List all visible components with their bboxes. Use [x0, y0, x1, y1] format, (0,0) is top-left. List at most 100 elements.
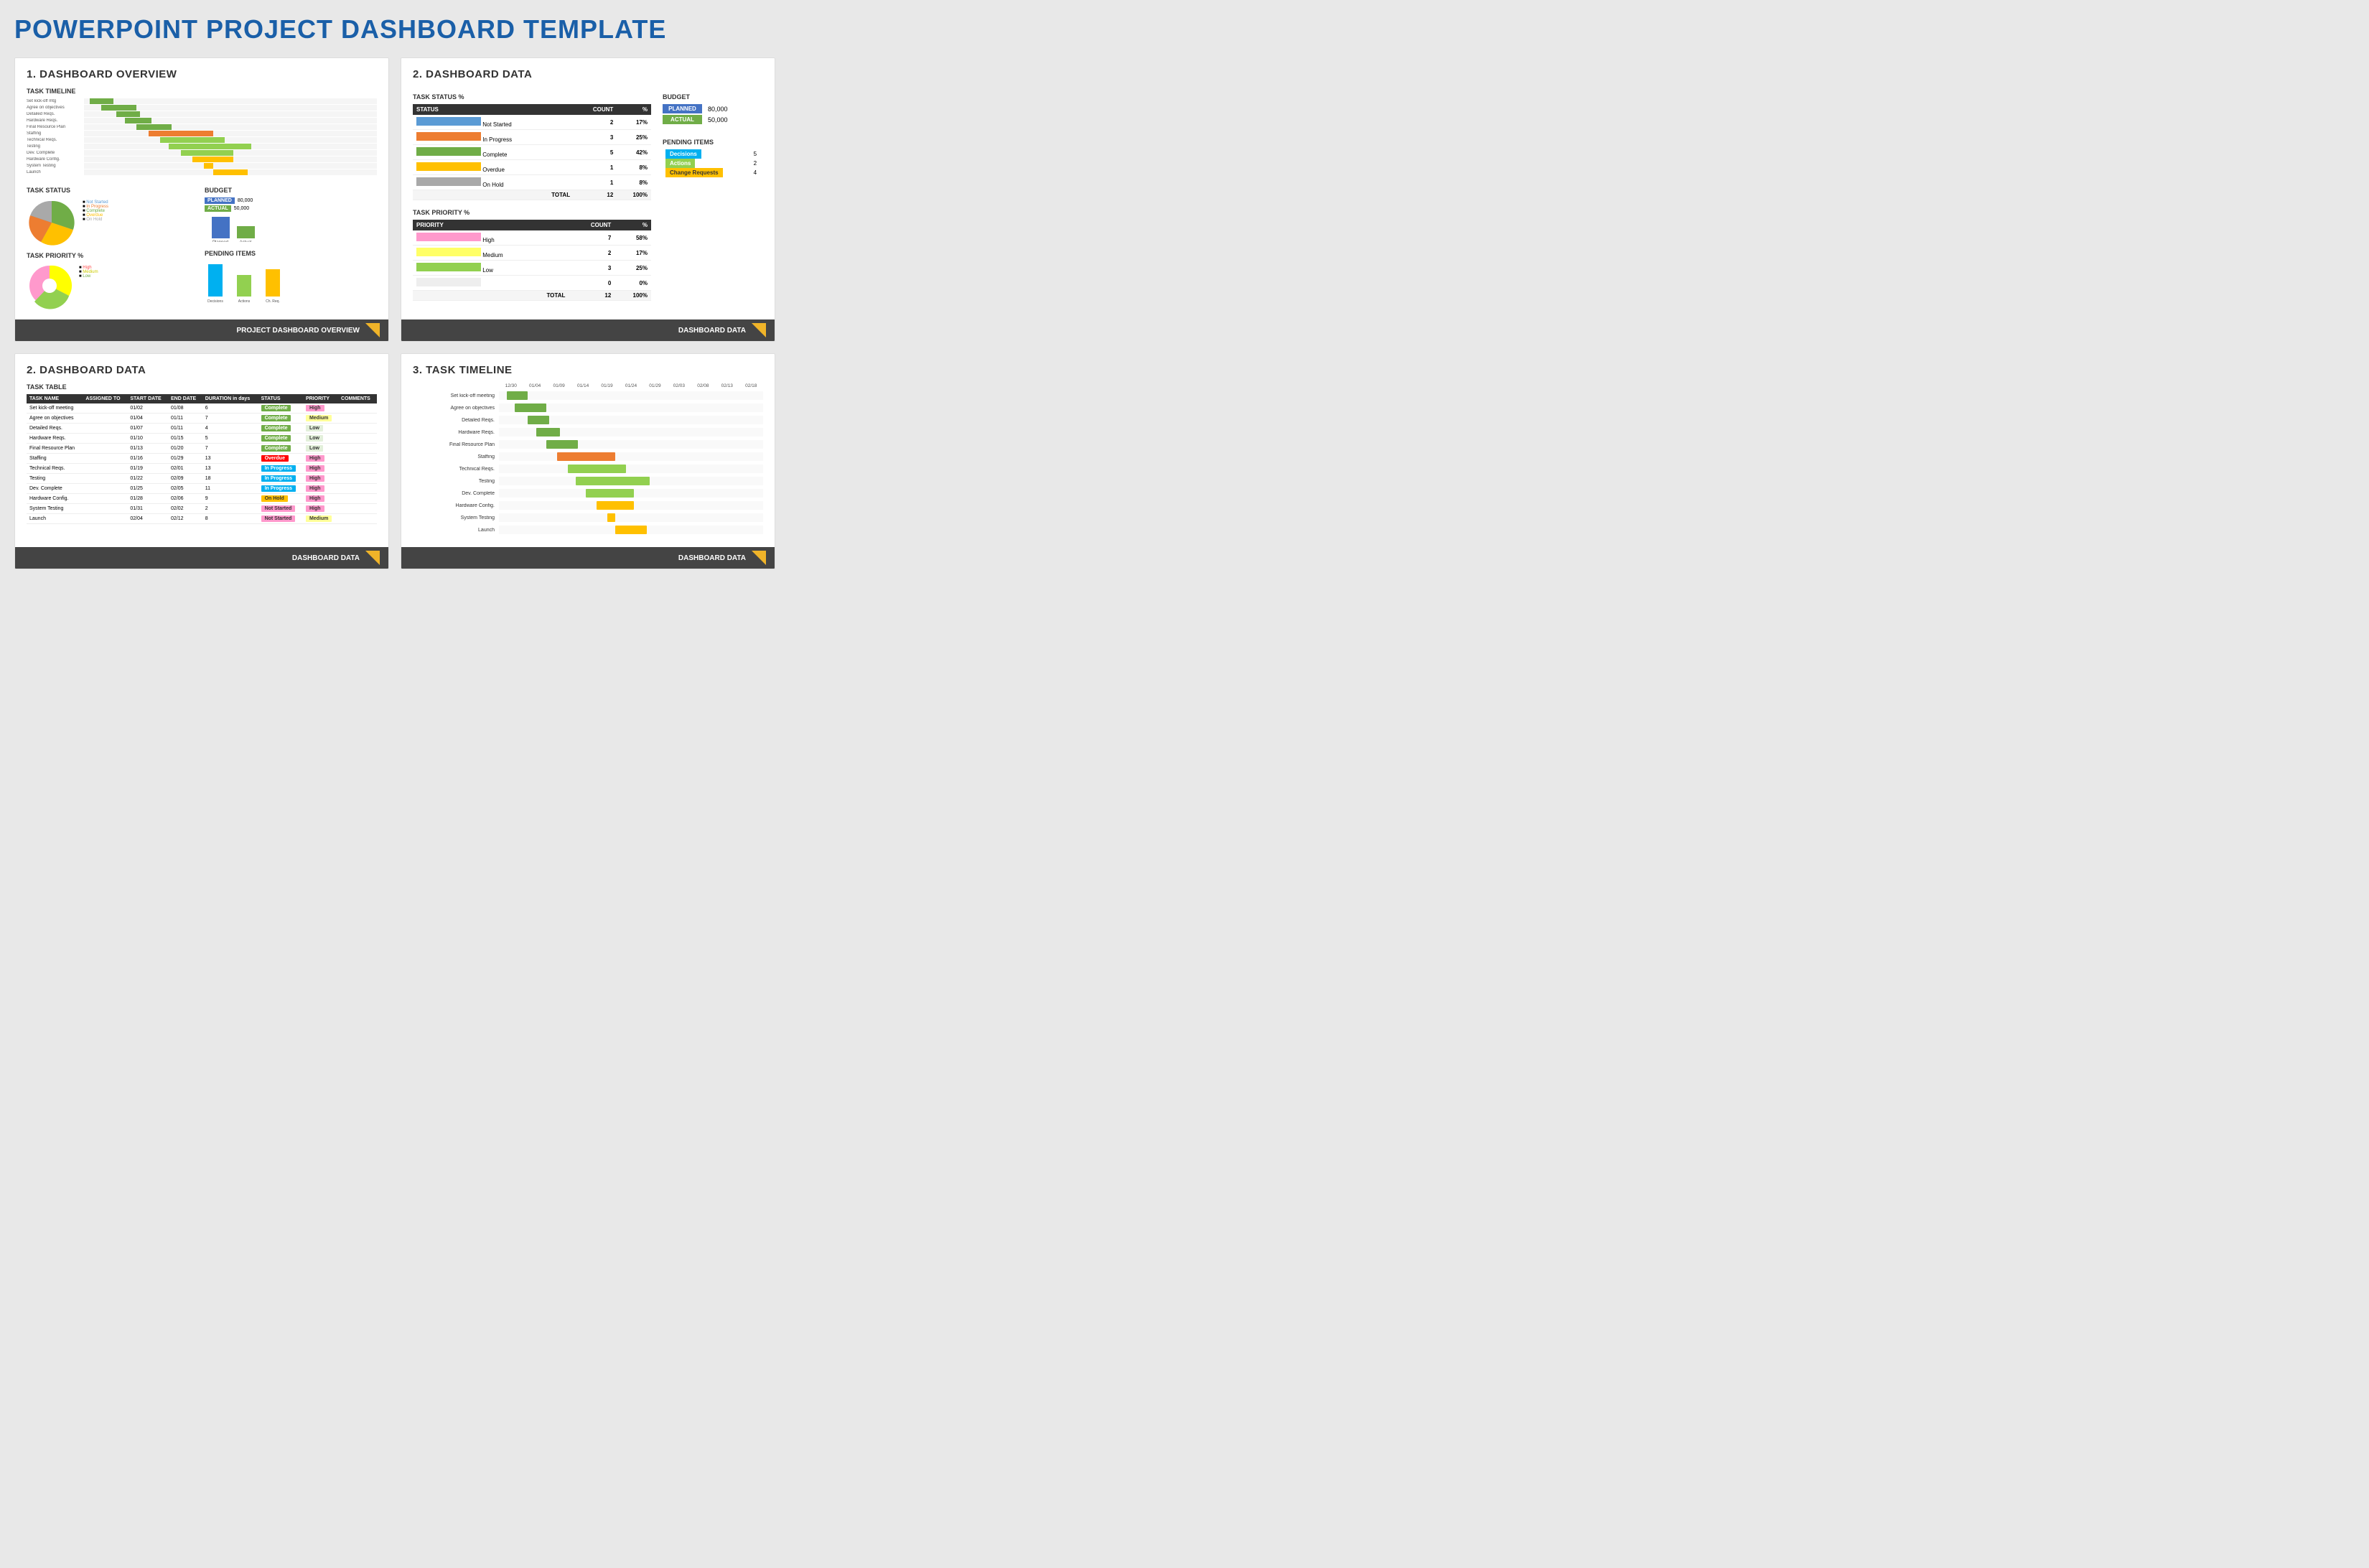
task-name: Set kick-off meeting [27, 403, 83, 414]
th-status: STATUS [258, 394, 303, 403]
start-date: 01/28 [127, 494, 168, 504]
task-name: Staffing [27, 454, 83, 464]
priority-cell: High [303, 403, 338, 414]
panel-overview-content: 1. Dashboard Overview Task Timeline Set … [15, 58, 388, 319]
count-cell: 1 [574, 175, 617, 190]
count-cell: 7 [569, 230, 615, 246]
status-cell: Not Started [258, 504, 303, 514]
table-row: Dev. Complete 01/25 02/05 11 In Progress… [27, 484, 377, 494]
end-date: 02/01 [168, 464, 202, 474]
end-date: 02/12 [168, 514, 202, 524]
gantt-task-label: Dev. Complete [413, 491, 499, 496]
budget-mini-label: Budget [205, 187, 377, 194]
priority-cell: High [413, 230, 569, 246]
gantt-row: Dev. Complete [413, 488, 763, 498]
gantt-bar [576, 477, 650, 485]
end-date: 01/15 [168, 434, 202, 444]
pending-value-cell: 2 [751, 159, 763, 168]
pct-cell: 17% [617, 115, 651, 130]
start-date: 01/19 [127, 464, 168, 474]
gantt-track [499, 513, 763, 522]
th-assigned: ASSIGNED TO [83, 394, 127, 403]
status-cell: Overdue [258, 454, 303, 464]
table-row: Overdue 1 8% [413, 160, 651, 175]
status-cell: Overdue [413, 160, 574, 175]
task-status-pct-title: Task Status % [413, 93, 651, 101]
table-row: Agree on objectives 01/04 01/11 7 Comple… [27, 414, 377, 424]
mini-gantt: Set kick-off mtg Agree on objectives Det… [27, 98, 377, 175]
pending-items-table: Decisions 5 Actions 2 Change Requests 4 [663, 149, 763, 177]
gantt-date-header: 01/19 [595, 383, 619, 388]
assigned-to [83, 444, 127, 454]
th-taskname: TASK NAME [27, 394, 83, 403]
pending-mini-label: Pending Items [205, 250, 377, 257]
assigned-to [83, 494, 127, 504]
duration: 7 [202, 414, 258, 424]
assigned-to [83, 454, 127, 464]
gantt-task-label: System Testing [413, 515, 499, 521]
gantt-row: Set kick-off meeting [413, 391, 763, 401]
gantt-row: Detailed Reqs. [413, 415, 763, 425]
th-count: COUNT [574, 104, 617, 115]
assigned-to [83, 504, 127, 514]
gantt-bar [528, 416, 548, 424]
gantt-task-label: Final Resource Plan [413, 442, 499, 447]
end-date: 02/09 [168, 474, 202, 484]
pct-cell: 17% [615, 246, 651, 261]
gantt-row: Staffing [413, 452, 763, 462]
panel2-left: Task Status % STATUS COUNT % Not Started [413, 88, 651, 301]
panel2-footer-text: DASHBOARD DATA [678, 327, 746, 335]
count-cell: 1 [574, 160, 617, 175]
panel-overview: 1. Dashboard Overview Task Timeline Set … [14, 57, 389, 342]
panel1-title: 1. Dashboard Overview [27, 68, 377, 80]
total-label: TOTAL [413, 291, 569, 301]
gantt-rows: Set kick-off meeting Agree on objectives… [413, 391, 763, 535]
assigned-to [83, 474, 127, 484]
gantt-row: Final Resource Plan [413, 439, 763, 449]
gantt-bar [586, 489, 633, 498]
th-end: END DATE [168, 394, 202, 403]
task-priority-pie [27, 263, 73, 309]
th-status: STATUS [413, 104, 574, 115]
status-cell: In Progress [413, 130, 574, 145]
gantt-date-header: 02/18 [739, 383, 763, 388]
main-title: PowerPoint Project Dashboard Template [14, 14, 775, 45]
table-row: Decisions 5 [663, 149, 763, 159]
gantt-track [499, 452, 763, 461]
decisions-label: Decisions [665, 149, 701, 159]
duration: 2 [202, 504, 258, 514]
footer-accent2 [752, 323, 766, 337]
gantt-row: Hardware Reqs. [413, 427, 763, 437]
comments-cell [338, 504, 377, 514]
table-row: On Hold 1 8% [413, 175, 651, 190]
status-cell: On Hold [258, 494, 303, 504]
gantt-track [499, 489, 763, 498]
planned-value: 80,000 [708, 106, 728, 113]
gantt-track [499, 403, 763, 412]
gantt-track [499, 428, 763, 437]
th-pct2: % [615, 220, 651, 230]
overview-left: Task Status ■ Not Started [27, 181, 199, 309]
end-date: 01/11 [168, 424, 202, 434]
task-name: Testing [27, 474, 83, 484]
task-name: Launch [27, 514, 83, 524]
table-row: Hardware Config. 01/28 02/06 9 On Hold H… [27, 494, 377, 504]
task-priority-pct-title: Task Priority % [413, 209, 651, 216]
start-date: 01/16 [127, 454, 168, 464]
status-cell: Complete [258, 444, 303, 454]
comments-cell [338, 464, 377, 474]
table-row: Actions 2 [663, 159, 763, 168]
priority-cell: Medium [413, 246, 569, 261]
gantt-track [499, 465, 763, 473]
overview-right: Budget PLANNED 80,000 ACTUAL 50,000 [205, 181, 377, 309]
priority-cell: Low [303, 434, 338, 444]
duration: 18 [202, 474, 258, 484]
budget-box: PLANNED 80,000 ACTUAL 50,000 [663, 104, 763, 124]
priority-cell: High [303, 484, 338, 494]
status-cell: On Hold [413, 175, 574, 190]
gantt-task-label: Staffing [413, 454, 499, 459]
pct-cell: 25% [617, 130, 651, 145]
actual-label: ACTUAL [663, 115, 702, 124]
total-count: 12 [574, 190, 617, 200]
task-table-label: Task Table [27, 383, 377, 391]
